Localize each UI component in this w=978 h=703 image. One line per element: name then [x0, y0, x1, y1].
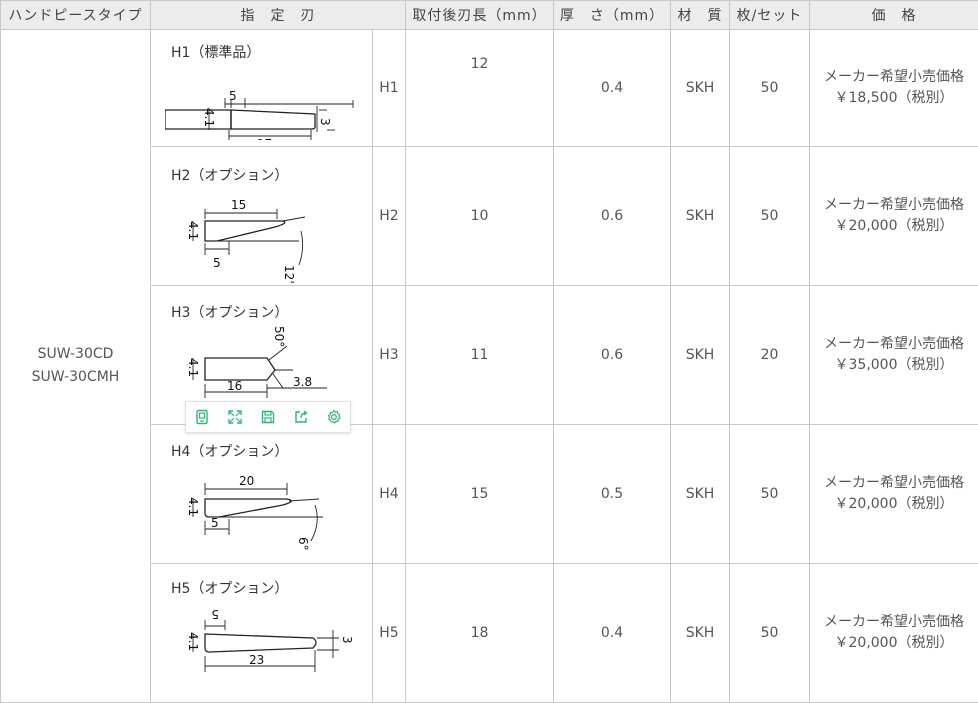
fullscreen-button[interactable]	[219, 402, 252, 432]
price-cell: メーカー希望小売価格 ￥20,000（税別）	[810, 425, 978, 564]
header-per-set: 枚/セット	[730, 1, 810, 30]
price-label: メーカー希望小売価格	[810, 473, 978, 494]
blade-per-set: 50	[730, 147, 810, 286]
blade-code: H1	[373, 30, 406, 147]
price-value: ￥18,500（税別）	[810, 88, 978, 109]
price-cell: メーカー希望小売価格 ￥18,500（税別）	[810, 30, 978, 147]
blade-material: SKH	[671, 30, 730, 147]
header-length: 取付後刃長（mm）	[406, 1, 554, 30]
fullscreen-icon	[227, 409, 243, 425]
dim-label: 4.1	[202, 108, 216, 127]
blade-material: SKH	[671, 564, 730, 703]
price-label: メーカー希望小売価格	[810, 334, 978, 355]
settings-button[interactable]	[317, 402, 350, 432]
dim-label: 50°	[272, 326, 286, 347]
price-label: メーカー希望小売価格	[810, 612, 978, 633]
blade-title: H2（オプション）	[171, 165, 288, 185]
blade-thickness: 0.4	[554, 564, 671, 703]
model-cell: SUW-30CD SUW-30CMH	[1, 30, 151, 703]
dim-label: 4.1	[186, 497, 200, 516]
blade-code: H4	[373, 425, 406, 564]
share-button[interactable]	[284, 402, 317, 432]
header-material: 材 質	[671, 1, 730, 30]
blade-diagram-cell: H2（オプション） 15 5 12°	[151, 147, 373, 286]
blade-h1-diagram: 5 5 3 17 4.1	[165, 60, 365, 140]
image-toolbar	[185, 401, 351, 433]
price-cell: メーカー希望小売価格 ￥35,000（税別）	[810, 286, 978, 425]
blade-thickness: 0.6	[554, 147, 671, 286]
blade-per-set: 50	[730, 30, 810, 147]
dim-label: 3	[340, 636, 354, 644]
share-icon	[293, 409, 309, 425]
blade-per-set: 50	[730, 425, 810, 564]
blade-per-set: 50	[730, 564, 810, 703]
blade-h4-diagram: 20 5 6° 4.1	[165, 465, 365, 561]
dim-label: 12°	[282, 265, 296, 283]
blade-code: H5	[373, 564, 406, 703]
blade-diagram-cell: H5（オプション） 5 23 3 4.1	[151, 564, 373, 703]
blade-material: SKH	[671, 286, 730, 425]
price-cell: メーカー希望小売価格 ￥20,000（税別）	[810, 564, 978, 703]
tablet-button[interactable]	[186, 402, 219, 432]
blade-thickness: 0.6	[554, 286, 671, 425]
dim-label: 5	[211, 607, 219, 621]
table-row: SUW-30CD SUW-30CMH H1（標準品） 5 5	[1, 30, 978, 147]
blade-title: H3（オプション）	[171, 302, 288, 322]
settings-icon	[326, 409, 342, 425]
dim-label: 5	[211, 516, 219, 530]
blade-thickness: 0.4	[554, 30, 671, 147]
blade-length: 15	[406, 425, 554, 564]
blade-per-set: 20	[730, 286, 810, 425]
price-value: ￥20,000（税別）	[810, 633, 978, 654]
dim-label: 3.8	[293, 375, 312, 389]
save-icon	[260, 409, 276, 425]
spec-table: ハンドピースタイプ 指 定 刃 取付後刃長（mm） 厚 さ（mm） 材 質 枚/…	[0, 0, 978, 703]
blade-length: 12	[406, 30, 554, 147]
price-value: ￥20,000（税別）	[810, 216, 978, 237]
dim-label: 5	[229, 89, 237, 103]
price-cell: メーカー希望小売価格 ￥20,000（税別）	[810, 147, 978, 286]
blade-length: 10	[406, 147, 554, 286]
model-name: SUW-30CD	[1, 343, 150, 366]
dim-label: 17	[257, 137, 272, 140]
blade-title: H5（オプション）	[171, 578, 288, 598]
header-row: ハンドピースタイプ 指 定 刃 取付後刃長（mm） 厚 さ（mm） 材 質 枚/…	[1, 1, 978, 30]
dim-label: 3	[318, 118, 332, 126]
blade-diagram-cell: H4（オプション） 20 5 6° 4.1	[151, 425, 373, 564]
dim-label: 20	[239, 474, 254, 488]
blade-code: H3	[373, 286, 406, 425]
blade-h5-diagram: 5 23 3 4.1	[165, 600, 365, 696]
header-price: 価 格	[810, 1, 978, 30]
blade-length: 11	[406, 286, 554, 425]
blade-h2-diagram: 15 5 12° 4.1	[165, 191, 365, 283]
header-thickness: 厚 さ（mm）	[554, 1, 671, 30]
dim-label: 23	[249, 653, 264, 667]
blade-code: H2	[373, 147, 406, 286]
save-button[interactable]	[252, 402, 285, 432]
dim-label: 16	[227, 379, 242, 393]
tablet-icon	[194, 409, 210, 425]
blade-length: 18	[406, 564, 554, 703]
dim-label: 6°	[296, 537, 310, 551]
blade-thickness: 0.5	[554, 425, 671, 564]
blade-title: H1（標準品）	[171, 42, 260, 62]
price-label: メーカー希望小売価格	[810, 67, 978, 88]
dim-label: 4.1	[186, 632, 200, 651]
price-value: ￥35,000（税別）	[810, 355, 978, 376]
dim-label: 4.1	[186, 358, 200, 377]
blade-material: SKH	[671, 147, 730, 286]
blade-diagram-cell: H1（標準品） 5 5 3	[151, 30, 373, 147]
price-label: メーカー希望小売価格	[810, 195, 978, 216]
dim-label: 4.1	[186, 221, 200, 240]
dim-label: 5	[213, 256, 221, 270]
header-blade: 指 定 刃	[151, 1, 406, 30]
blade-title: H4（オプション）	[171, 441, 288, 461]
model-name: SUW-30CMH	[1, 366, 150, 389]
header-handpiece: ハンドピースタイプ	[1, 1, 151, 30]
blade-material: SKH	[671, 425, 730, 564]
price-value: ￥20,000（税別）	[810, 494, 978, 515]
dim-label: 15	[231, 198, 246, 212]
